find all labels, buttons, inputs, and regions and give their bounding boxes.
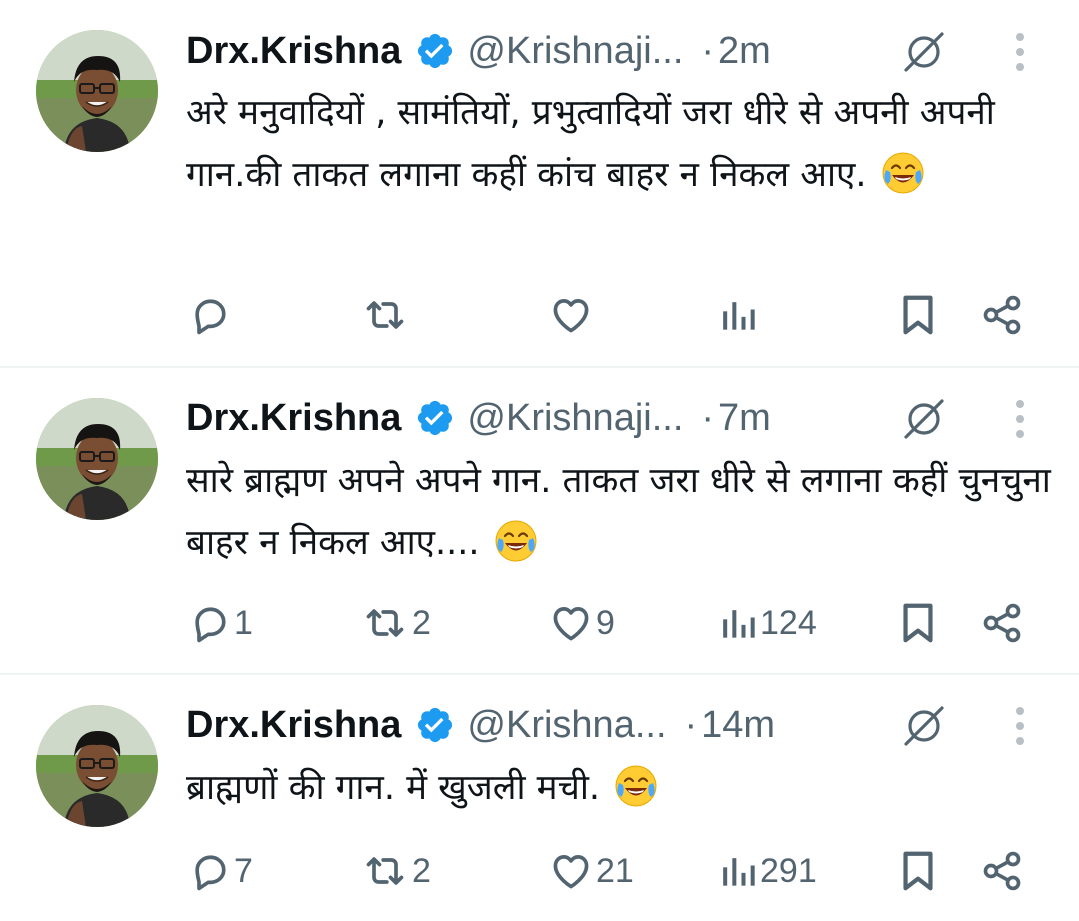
tweet-text-content: सारे ब्राह्मण अपने अपने गान. ताकत जरा धी… xyxy=(186,461,1051,563)
share-button[interactable] xyxy=(980,846,1024,896)
avatar[interactable] xyxy=(36,30,158,152)
tweet-text: सारे ब्राह्मण अपने अपने गान. ताकत जरा धी… xyxy=(186,450,1056,574)
reply-button[interactable] xyxy=(188,290,234,340)
face-with-tears-of-joy-emoji xyxy=(867,152,926,195)
tweet-divider xyxy=(0,673,1079,675)
bookmark-button[interactable] xyxy=(898,846,938,896)
repost-button[interactable] xyxy=(360,290,412,340)
verified-badge-icon xyxy=(401,31,455,71)
reply-icon xyxy=(188,601,232,645)
repost-count: 2 xyxy=(412,603,431,642)
tweet-text-content: ब्राह्मणों की गान. में खुजली मची. xyxy=(186,768,601,808)
repost-button[interactable]: 2 xyxy=(360,598,431,648)
heart-icon xyxy=(548,293,594,337)
grok-icon[interactable] xyxy=(900,28,948,76)
avatar[interactable] xyxy=(36,705,158,827)
bookmark-icon xyxy=(898,292,938,338)
bookmark-icon xyxy=(898,848,938,894)
reply-icon xyxy=(188,849,232,893)
views-icon xyxy=(718,601,758,645)
share-icon xyxy=(980,849,1024,893)
share-button[interactable] xyxy=(980,598,1024,648)
face-with-tears-of-joy-emoji xyxy=(479,520,538,563)
separator-dot: · xyxy=(701,396,715,439)
repost-count: 2 xyxy=(412,851,431,890)
verified-badge-icon xyxy=(401,705,455,745)
share-icon xyxy=(980,601,1024,645)
repost-icon xyxy=(360,849,410,893)
tweet-actions: 7 2 21 291 xyxy=(0,846,1079,896)
verified-badge-icon xyxy=(401,398,455,438)
grok-icon[interactable] xyxy=(900,702,948,750)
tweet-header: Drx.Krishna @Krishnaji... · 7m xyxy=(186,393,771,443)
tweet-header: Drx.Krishna @Krishnaji... · 2m xyxy=(186,26,771,76)
views-button[interactable]: 291 xyxy=(718,846,817,896)
timeline-feed: Drx.Krishna @Krishnaji... · 2m अरे मनुवा… xyxy=(0,0,1079,921)
like-button[interactable]: 9 xyxy=(548,598,615,648)
reply-button[interactable]: 7 xyxy=(188,846,253,896)
heart-icon xyxy=(548,849,594,893)
display-name[interactable]: Drx.Krishna xyxy=(186,704,401,747)
share-icon xyxy=(980,293,1024,337)
heart-icon xyxy=(548,601,594,645)
tweet-actions xyxy=(0,290,1079,340)
views-button[interactable] xyxy=(718,290,760,340)
username-handle[interactable]: @Krishna... xyxy=(467,704,666,747)
repost-icon xyxy=(360,293,410,337)
share-button[interactable] xyxy=(980,290,1024,340)
repost-button[interactable]: 2 xyxy=(360,846,431,896)
face-with-tears-of-joy-emoji xyxy=(600,765,659,808)
separator-dot: · xyxy=(701,29,715,72)
like-button[interactable] xyxy=(548,290,596,340)
username-handle[interactable]: @Krishnaji... xyxy=(467,30,683,73)
view-count: 291 xyxy=(760,851,817,890)
tweet-actions: 1 2 9 124 xyxy=(0,598,1079,648)
separator-dot: · xyxy=(684,703,698,746)
display-name[interactable]: Drx.Krishna xyxy=(186,397,401,440)
views-icon xyxy=(718,293,758,337)
tweet-text: अरे मनुवादियों , सामंतियों, प्रभुत्वादिय… xyxy=(186,82,1056,206)
reply-count: 7 xyxy=(234,851,253,890)
timestamp[interactable]: 2m xyxy=(718,30,771,73)
tweet-text: ब्राह्मणों की गान. में खुजली मची. xyxy=(186,757,1056,819)
views-icon xyxy=(718,849,758,893)
like-count: 9 xyxy=(596,603,615,642)
avatar[interactable] xyxy=(36,398,158,520)
like-count: 21 xyxy=(596,851,634,890)
more-vertical-icon[interactable] xyxy=(1014,706,1026,746)
views-button[interactable]: 124 xyxy=(718,598,817,648)
bookmark-icon xyxy=(898,600,938,646)
like-button[interactable]: 21 xyxy=(548,846,634,896)
more-vertical-icon[interactable] xyxy=(1014,32,1026,72)
bookmark-button[interactable] xyxy=(898,598,938,648)
timestamp[interactable]: 14m xyxy=(701,704,775,747)
reply-count: 1 xyxy=(234,603,253,642)
tweet-header: Drx.Krishna @Krishna... · 14m xyxy=(186,700,775,750)
timestamp[interactable]: 7m xyxy=(718,397,771,440)
repost-icon xyxy=(360,601,410,645)
reply-button[interactable]: 1 xyxy=(188,598,253,648)
bookmark-button[interactable] xyxy=(898,290,938,340)
grok-icon[interactable] xyxy=(900,395,948,443)
more-vertical-icon[interactable] xyxy=(1014,399,1026,439)
view-count: 124 xyxy=(760,603,817,642)
username-handle[interactable]: @Krishnaji... xyxy=(467,397,683,440)
display-name[interactable]: Drx.Krishna xyxy=(186,30,401,73)
tweet-divider xyxy=(0,366,1079,368)
reply-icon xyxy=(188,293,232,337)
